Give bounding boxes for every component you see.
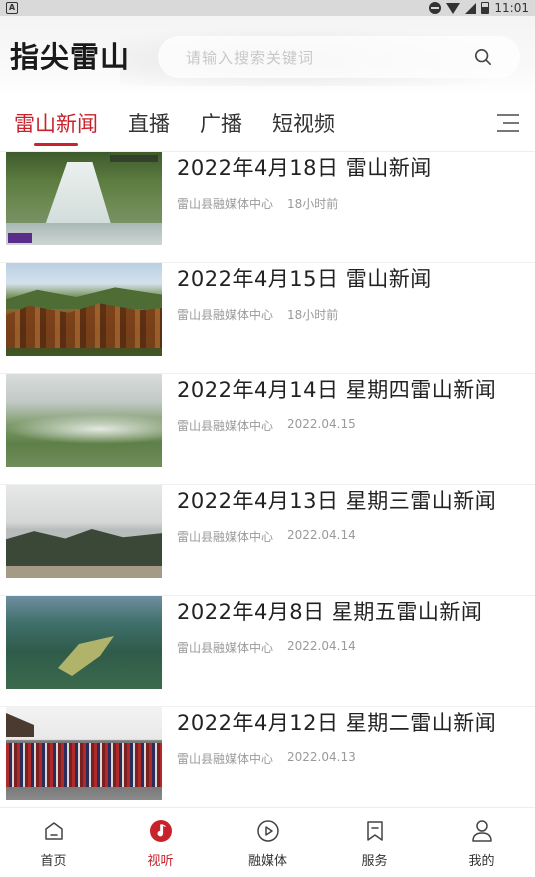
news-title: 2022年4月8日 星期五雷山新闻: [177, 600, 483, 624]
wifi-icon: [446, 2, 461, 14]
news-source: 雷山县融媒体中心: [177, 419, 274, 433]
tab-short-video[interactable]: 短视频: [272, 96, 335, 152]
news-title: 2022年4月18日 雷山新闻: [177, 156, 432, 180]
news-source: 雷山县融媒体中心: [177, 197, 274, 211]
nav-profile-label: 我的: [468, 854, 495, 869]
list-item[interactable]: 2022年4月12日 星期二雷山新闻 雷山县融媒体中心 2022.04.13: [0, 707, 535, 818]
bookmark-icon: [362, 818, 388, 844]
tab-radio[interactable]: 广播: [200, 96, 242, 152]
category-tabs: 雷山新闻 直播 广播 短视频: [0, 96, 535, 152]
list-item[interactable]: 2022年4月14日 星期四雷山新闻 雷山县融媒体中心 2022.04.15: [0, 374, 535, 485]
news-thumbnail: [6, 485, 162, 578]
news-source: 雷山县融媒体中心: [177, 752, 274, 766]
do-not-disturb-icon: [429, 2, 442, 14]
news-source: 雷山县融媒体中心: [177, 530, 274, 544]
search-input[interactable]: 请输入搜索关键词: [158, 36, 520, 78]
news-thumbnail: [6, 263, 162, 356]
home-icon: [41, 818, 67, 844]
user-icon: [469, 818, 495, 844]
news-thumbnail: [6, 596, 162, 689]
app-header: 指尖雷山 请输入搜索关键词: [0, 16, 535, 96]
news-list: 2022年4月18日 雷山新闻 雷山县融媒体中心 18小时前 2022年4月15…: [0, 152, 535, 818]
news-title: 2022年4月13日 星期三雷山新闻: [177, 489, 497, 513]
status-indicators: 11:01: [429, 1, 529, 15]
music-icon: [148, 818, 174, 844]
news-title: 2022年4月12日 星期二雷山新闻: [177, 711, 497, 735]
news-thumbnail: [6, 374, 162, 467]
nav-audio-video-label: 视听: [147, 854, 174, 869]
nav-services-label: 服务: [361, 854, 388, 869]
news-time: 2022.04.15: [287, 417, 356, 431]
news-source: 雷山县融媒体中心: [177, 641, 274, 655]
nav-media[interactable]: 融媒体: [228, 818, 308, 869]
list-item[interactable]: 2022年4月8日 星期五雷山新闻 雷山县融媒体中心 2022.04.14: [0, 596, 535, 707]
news-thumbnail: [6, 707, 162, 800]
news-time: 18小时前: [287, 197, 339, 211]
nav-home[interactable]: 首页: [14, 818, 94, 869]
play-icon: [255, 818, 281, 844]
nav-services[interactable]: 服务: [335, 818, 415, 869]
nav-audio-video[interactable]: 视听: [121, 818, 201, 869]
news-time: 18小时前: [287, 308, 339, 322]
cellular-signal-icon: [465, 2, 477, 14]
status-time: 11:01: [494, 1, 529, 15]
notification-icon: A: [6, 2, 18, 14]
news-time: 2022.04.13: [287, 750, 356, 764]
app-logo: 指尖雷山: [10, 40, 131, 74]
news-title: 2022年4月15日 雷山新闻: [177, 267, 432, 291]
menu-icon[interactable]: [497, 114, 519, 134]
tab-leishan-news[interactable]: 雷山新闻: [14, 96, 98, 152]
nav-profile[interactable]: 我的: [442, 818, 522, 869]
news-time: 2022.04.14: [287, 528, 356, 542]
news-title: 2022年4月14日 星期四雷山新闻: [177, 378, 497, 402]
status-bar: A 11:01: [0, 0, 535, 16]
search-placeholder: 请输入搜索关键词: [186, 48, 315, 67]
news-thumbnail: [6, 152, 162, 245]
nav-home-label: 首页: [40, 854, 67, 869]
tab-live[interactable]: 直播: [128, 96, 170, 152]
bottom-navigation: 首页 视听 融媒体 服务 我的: [0, 807, 535, 877]
list-item[interactable]: 2022年4月18日 雷山新闻 雷山县融媒体中心 18小时前: [0, 152, 535, 263]
list-item[interactable]: 2022年4月15日 雷山新闻 雷山县融媒体中心 18小时前: [0, 263, 535, 374]
nav-media-label: 融媒体: [247, 854, 287, 869]
battery-icon: [481, 2, 490, 14]
search-icon[interactable]: [474, 48, 492, 66]
news-time: 2022.04.14: [287, 639, 356, 653]
news-source: 雷山县融媒体中心: [177, 308, 274, 322]
list-item[interactable]: 2022年4月13日 星期三雷山新闻 雷山县融媒体中心 2022.04.14: [0, 485, 535, 596]
